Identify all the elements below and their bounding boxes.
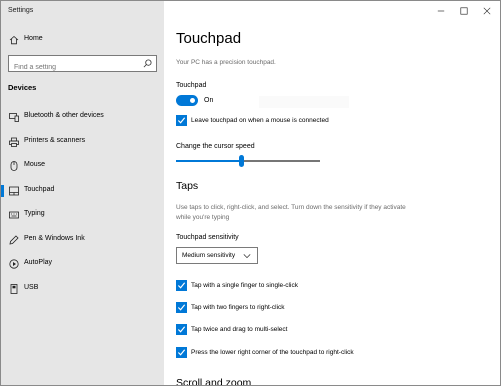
check-icon	[177, 326, 186, 333]
sidebar-item-label: AutoPlay	[24, 259, 53, 266]
sensitivity-dropdown[interactable]: Medium sensitivity	[176, 247, 258, 264]
sidebar-item-autoplay[interactable]: AutoPlay	[1, 255, 164, 273]
slider-track	[244, 160, 320, 162]
sidebar-item-pen[interactable]: Pen & Windows Ink	[1, 231, 164, 249]
mouse-icon	[10, 161, 18, 171]
main-content: Touchpad Your PC has a precision touchpa…	[164, 1, 500, 386]
slider-fill	[176, 160, 239, 162]
single-finger-tap-checkbox[interactable]	[176, 280, 187, 291]
sidebar-section-title: Devices	[8, 83, 37, 92]
sidebar-item-label: Bluetooth & other devices	[24, 112, 104, 119]
minimize-button[interactable]	[434, 4, 448, 18]
two-finger-tap-label: Tap with two fingers to right-click	[191, 304, 285, 311]
taps-heading: Taps	[176, 180, 199, 192]
sidebar-item-home[interactable]: Home	[1, 31, 164, 49]
taps-description: Use taps to click, right-click, and sele…	[176, 204, 406, 221]
chevron-down-icon	[243, 254, 251, 259]
keyboard-icon	[9, 211, 19, 219]
faded-region	[259, 96, 349, 108]
sensitivity-value: Medium sensitivity	[182, 252, 236, 259]
sidebar-item-label: Mouse	[24, 161, 46, 168]
lower-right-corner-label: Press the lower right corner of the touc…	[191, 349, 354, 356]
autoplay-icon	[9, 259, 19, 269]
sidebar-item-mouse[interactable]: Mouse	[1, 157, 164, 175]
sidebar: Settings Home Devices Bluetooth & other …	[1, 1, 164, 385]
toggle-state-label: On	[204, 97, 214, 104]
single-finger-tap-label: Tap with a single finger to single-click	[191, 282, 298, 289]
touchpad-icon	[9, 186, 19, 196]
check-icon	[177, 117, 186, 124]
sidebar-item-usb[interactable]: USB	[1, 280, 164, 298]
sidebar-item-label: USB	[24, 284, 39, 291]
home-icon	[9, 35, 19, 45]
maximize-icon	[460, 7, 468, 15]
sidebar-item-typing[interactable]: Typing	[1, 206, 164, 224]
slider-thumb[interactable]	[239, 155, 244, 167]
sidebar-item-label: Touchpad	[24, 186, 55, 193]
touchpad-toggle-label: Touchpad	[176, 82, 207, 89]
check-icon	[177, 304, 186, 311]
sidebar-item-bluetooth[interactable]: Bluetooth & other devices	[1, 108, 164, 126]
search-box	[8, 55, 157, 75]
tap-drag-checkbox[interactable]	[176, 324, 187, 335]
precision-note: Your PC has a precision touchpad.	[176, 59, 276, 66]
maximize-button[interactable]	[457, 4, 471, 18]
bluetooth-icon	[9, 113, 19, 122]
sensitivity-label: Touchpad sensitivity	[176, 234, 239, 241]
cursor-speed-slider[interactable]	[176, 155, 320, 167]
sidebar-item-label: Pen & Windows Ink	[24, 235, 85, 242]
close-icon	[483, 7, 491, 15]
search-icon[interactable]	[143, 59, 152, 68]
leave-touchpad-checkbox[interactable]	[176, 115, 187, 126]
settings-window: Settings Home Devices Bluetooth & other …	[0, 0, 501, 386]
page-title: Touchpad	[176, 30, 242, 47]
close-button[interactable]	[480, 4, 494, 18]
sidebar-item-label: Home	[24, 35, 43, 42]
leave-touchpad-label: Leave touchpad on when a mouse is connec…	[191, 117, 329, 124]
two-finger-tap-checkbox[interactable]	[176, 302, 187, 313]
sidebar-item-touchpad[interactable]: Touchpad	[1, 182, 164, 200]
pen-icon	[9, 235, 19, 245]
usb-icon	[10, 284, 18, 294]
printer-icon	[9, 137, 19, 147]
sidebar-item-label: Typing	[24, 210, 45, 217]
check-icon	[177, 282, 186, 289]
check-icon	[177, 349, 186, 356]
minimize-icon	[437, 10, 445, 12]
sidebar-item-label: Printers & scanners	[24, 137, 86, 144]
toggle-knob	[190, 98, 195, 103]
tap-drag-label: Tap twice and drag to multi-select	[191, 326, 288, 333]
lower-right-corner-checkbox[interactable]	[176, 347, 187, 358]
search-input[interactable]	[9, 60, 139, 75]
cursor-speed-label: Change the cursor speed	[176, 143, 255, 150]
touchpad-toggle[interactable]	[176, 95, 198, 106]
scroll-zoom-heading: Scroll and zoom	[176, 377, 252, 386]
sidebar-item-printers[interactable]: Printers & scanners	[1, 133, 164, 151]
app-title: Settings	[8, 7, 34, 14]
